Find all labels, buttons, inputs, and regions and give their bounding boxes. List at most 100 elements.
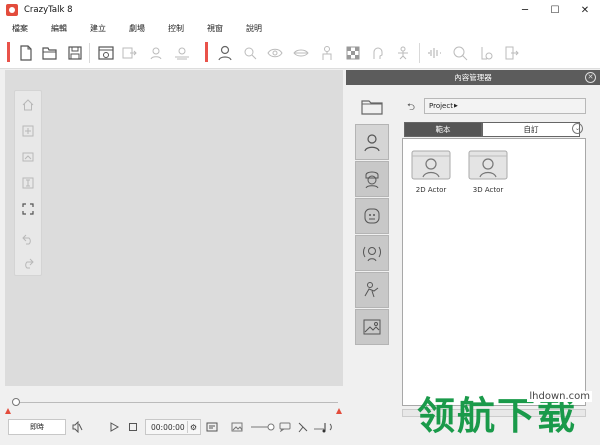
playback-bar: 即時 00:00:00 ⚙ — [0, 415, 345, 439]
time-value: 00:00:00 — [151, 422, 185, 432]
menu-help[interactable]: 說明 — [234, 23, 273, 34]
play-icon[interactable] — [107, 420, 121, 434]
list-item[interactable]: 2D Actor — [411, 147, 451, 194]
category-tab-image[interactable] — [355, 309, 389, 345]
actor-folder-icon — [468, 147, 508, 181]
category-tab-actor[interactable] — [355, 124, 389, 160]
new-file-icon[interactable] — [17, 44, 35, 62]
watermark-url: lhdown.com — [527, 391, 592, 402]
background-icon[interactable] — [344, 44, 362, 62]
list-item[interactable]: 3D Actor — [468, 147, 508, 194]
undo-icon[interactable] — [20, 231, 36, 247]
time-display[interactable]: 00:00:00 ⚙ — [145, 419, 201, 435]
stage-pane: 即時 00:00:00 ⚙ — [0, 70, 345, 445]
render-icon[interactable] — [205, 420, 219, 434]
content-tabs: 範本 自訂 — [404, 122, 580, 137]
end-marker-icon[interactable] — [336, 408, 342, 414]
window-controls: ─ ☐ ✕ — [510, 0, 600, 20]
stage-viewport[interactable] — [5, 70, 343, 386]
save-icon[interactable] — [66, 44, 84, 62]
crazytalk-window: CrazyTalk 8 ─ ☐ ✕ 檔案 編輯 建立 劇場 控制 視窗 說明 即… — [0, 0, 600, 445]
head-icon — [365, 171, 379, 189]
timeline-track — [14, 402, 338, 403]
audio-icon — [363, 246, 381, 262]
record-voice-icon[interactable] — [296, 420, 310, 434]
body-icon[interactable] — [318, 44, 336, 62]
toolbar-accent — [205, 42, 208, 62]
head-adjust-icon[interactable] — [173, 44, 191, 62]
menu-edit[interactable]: 編輯 — [39, 23, 78, 34]
bone-icon[interactable] — [394, 44, 412, 62]
path-label: Project — [429, 102, 453, 110]
folder-icon[interactable] — [358, 95, 386, 119]
path-arrow-icon: ▶ — [453, 103, 458, 109]
menu-stage[interactable]: 劇場 — [117, 23, 156, 34]
title-bar: CrazyTalk 8 ─ ☐ ✕ — [0, 0, 600, 20]
mute-icon[interactable] — [70, 420, 84, 434]
face-icon — [364, 208, 380, 224]
menu-bar: 檔案 編輯 建立 劇場 控制 視窗 說明 — [0, 20, 600, 37]
mouth-icon[interactable] — [292, 44, 310, 62]
toolbar-accent — [7, 42, 10, 62]
audio-scrub-icon[interactable] — [313, 420, 335, 434]
minimize-button[interactable]: ─ — [510, 0, 540, 20]
gear-icon[interactable]: ⚙ — [187, 421, 199, 433]
timeline-knob[interactable] — [12, 398, 20, 406]
chevron-down-icon[interactable]: ⌄ — [572, 123, 583, 134]
actor-icon — [364, 134, 380, 152]
actor-folder-icon — [411, 147, 451, 181]
zoom-region-icon[interactable] — [20, 149, 36, 165]
close-button[interactable]: ✕ — [570, 0, 600, 20]
watermark: 领航下载 lhdown.com — [417, 385, 600, 445]
toolbar-separator — [89, 43, 90, 63]
timeline-slider[interactable] — [8, 398, 343, 408]
image-size-icon[interactable] — [230, 420, 244, 434]
maximize-button[interactable]: ☐ — [540, 0, 570, 20]
main-toolbar — [0, 37, 600, 69]
content-manager-title: 內容管理器 — [454, 73, 492, 82]
head-icon[interactable] — [369, 44, 387, 62]
menu-window[interactable]: 視窗 — [195, 23, 234, 34]
item-label: 3D Actor — [472, 186, 504, 194]
menu-create[interactable]: 建立 — [78, 23, 117, 34]
eye-icon[interactable] — [266, 44, 284, 62]
app-logo-icon — [6, 4, 18, 16]
move-icon[interactable] — [20, 123, 36, 139]
tab-template[interactable]: 範本 — [404, 122, 482, 137]
menu-control[interactable]: 控制 — [156, 23, 195, 34]
speech-icon[interactable] — [278, 420, 292, 434]
export-icon[interactable] — [502, 44, 520, 62]
item-label: 2D Actor — [415, 186, 447, 194]
window-title: CrazyTalk 8 — [24, 5, 73, 15]
mode-select[interactable]: 即時 — [8, 419, 66, 435]
close-icon[interactable]: ✕ — [585, 72, 596, 83]
path-breadcrumb[interactable]: Project ▶ — [424, 98, 586, 114]
import-icon[interactable] — [120, 44, 138, 62]
start-marker-icon[interactable] — [5, 408, 11, 414]
zoom-icon[interactable] — [20, 175, 36, 191]
category-tab-audio[interactable] — [355, 235, 389, 271]
actor-icon[interactable] — [216, 44, 234, 62]
redo-icon[interactable] — [20, 255, 36, 271]
stop-icon[interactable] — [126, 420, 140, 434]
face-fitting-icon[interactable] — [147, 44, 165, 62]
volume-slider[interactable] — [250, 420, 276, 434]
fit-icon[interactable] — [20, 201, 36, 217]
body-puppet-icon[interactable] — [477, 44, 495, 62]
category-tab-face[interactable] — [355, 198, 389, 234]
back-arrow-icon[interactable]: ⮌ — [407, 100, 415, 117]
viewport-toolbar — [14, 90, 42, 276]
menu-file[interactable]: 檔案 — [0, 23, 39, 34]
motion-icon — [364, 282, 379, 298]
content-manager-header: 內容管理器 ✕ — [346, 70, 600, 85]
face-orient-icon[interactable] — [241, 44, 259, 62]
media-icon[interactable] — [97, 44, 115, 62]
audio-icon[interactable] — [425, 44, 443, 62]
category-tab-head[interactable] — [355, 161, 389, 197]
open-folder-icon[interactable] — [41, 44, 59, 62]
category-tab-motion[interactable] — [355, 272, 389, 308]
content-list: 2D Actor 3D Actor — [402, 138, 586, 406]
tab-custom[interactable]: 自訂 — [482, 122, 580, 137]
face-puppet-icon[interactable] — [451, 44, 469, 62]
home-icon[interactable] — [20, 97, 36, 113]
